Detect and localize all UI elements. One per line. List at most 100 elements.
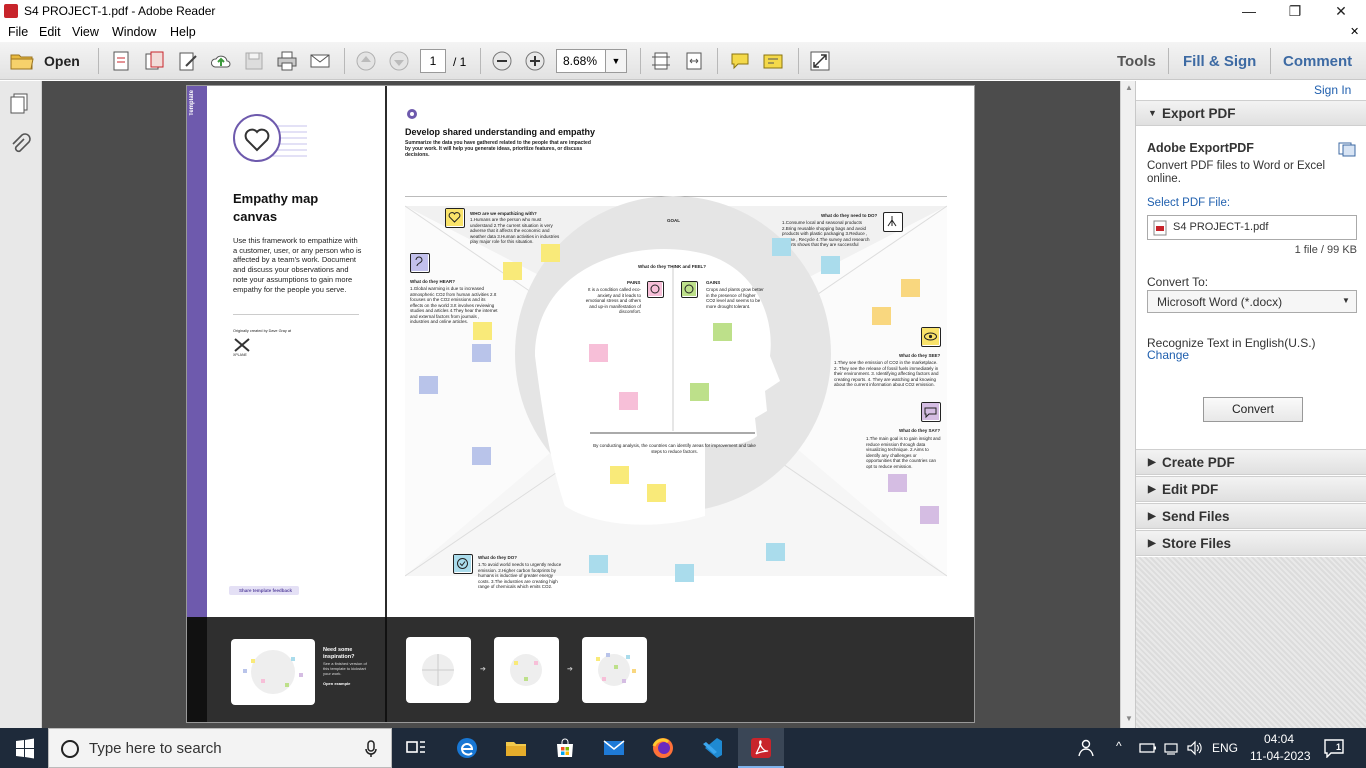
scroll-down-icon[interactable]: ▼	[1125, 714, 1133, 723]
vertical-scrollbar[interactable]: ▲ ▼	[1120, 81, 1135, 728]
send-files-header[interactable]: ▶ Send Files	[1136, 503, 1366, 529]
microphone-icon[interactable]	[364, 740, 378, 758]
fit-width-icon[interactable]	[683, 50, 705, 72]
send-files-label: Send Files	[1162, 509, 1230, 524]
open-example-link[interactable]: Open example	[323, 681, 350, 686]
empathy-map-diagram	[405, 196, 947, 577]
people-icon[interactable]	[1075, 736, 1099, 760]
menu-view[interactable]: View	[72, 25, 99, 39]
menu-edit[interactable]: Edit	[39, 25, 61, 39]
windows-start-icon[interactable]	[13, 736, 37, 760]
upload-cloud-icon[interactable]	[210, 50, 232, 72]
restore-button[interactable]: ❐	[1272, 0, 1318, 22]
clock-time[interactable]: 04:04	[1264, 732, 1294, 746]
menu-window[interactable]: Window	[112, 25, 156, 39]
convert-format-value: Microsoft Word (*.docx)	[1157, 295, 1283, 309]
sticky-note	[589, 555, 608, 573]
task-view-icon[interactable]	[404, 736, 428, 760]
input-language[interactable]: ENG	[1212, 741, 1238, 755]
acrobat-taskbar-button[interactable]	[738, 728, 784, 768]
create-pdf-icon[interactable]	[110, 50, 132, 72]
sticky-note-icon[interactable]	[729, 50, 751, 72]
say-text: 1.The main goal is to gain insight and r…	[866, 436, 941, 469]
zoom-in-icon[interactable]	[524, 50, 546, 72]
page-number-input[interactable]: 1	[420, 49, 446, 73]
email-icon[interactable]	[309, 50, 331, 72]
do-need-text: 1.Consume local and seasonal products 2.…	[782, 220, 870, 247]
microsoft-store-icon[interactable]	[553, 736, 577, 760]
hear-text: 1.Global warming is due to increased atm…	[410, 286, 498, 324]
highlight-text-icon[interactable]	[762, 50, 784, 72]
zoom-dropdown-button[interactable]: ▼	[605, 49, 627, 73]
heart-icon	[233, 114, 307, 162]
combine-files-icon[interactable]	[143, 50, 165, 72]
do-title: What do they DO?	[478, 555, 517, 560]
menu-file[interactable]: File	[8, 25, 28, 39]
chevron-up-icon[interactable]: ^	[1116, 739, 1122, 753]
sign-in-link[interactable]: Sign In	[1314, 83, 1351, 97]
vscode-icon[interactable]	[700, 736, 724, 760]
sticky-note	[888, 474, 907, 492]
sticky-note	[472, 447, 491, 465]
selected-file-field[interactable]: S4 PROJECT-1.pdf	[1147, 215, 1357, 240]
page-thumbnails-icon[interactable]	[8, 91, 32, 115]
fill-sign-tab[interactable]: Fill & Sign	[1183, 53, 1256, 70]
full-screen-icon[interactable]	[809, 50, 831, 72]
share-feedback-button[interactable]: Share template feedback	[229, 586, 299, 595]
service-description: Convert PDF files to Word or Excel onlin…	[1147, 160, 1326, 185]
search-icon	[61, 740, 79, 758]
convert-format-select[interactable]: Microsoft Word (*.docx) ▼	[1147, 290, 1357, 313]
convert-button[interactable]: Convert	[1203, 397, 1303, 422]
print-icon[interactable]	[276, 50, 298, 72]
sticky-note	[713, 323, 732, 341]
sticky-note	[920, 506, 939, 524]
tools-pane: Sign In ▼ Export PDF Adobe ExportPDF Con…	[1135, 81, 1366, 728]
previous-page-icon[interactable]	[355, 50, 377, 72]
open-button[interactable]: Open	[44, 53, 80, 69]
file-info: 1 file / 99 KB	[1294, 244, 1357, 256]
zoom-out-icon[interactable]	[491, 50, 513, 72]
attachments-icon[interactable]	[8, 133, 32, 157]
mail-icon[interactable]	[602, 736, 626, 760]
next-page-icon[interactable]	[388, 50, 410, 72]
zoom-level-input[interactable]: 8.68%	[556, 49, 606, 73]
tools-tab[interactable]: Tools	[1117, 53, 1156, 70]
say-title: What do they SAY?	[899, 428, 941, 433]
scroll-up-icon[interactable]: ▲	[1125, 83, 1133, 92]
file-explorer-icon[interactable]	[504, 736, 528, 760]
export-pdf-header[interactable]: ▼ Export PDF	[1136, 100, 1366, 126]
create-pdf-header[interactable]: ▶ Create PDF	[1136, 449, 1366, 475]
canvas-description: Use this framework to empathize with a c…	[233, 236, 362, 294]
save-icon[interactable]	[243, 50, 265, 72]
store-files-header[interactable]: ▶ Store Files	[1136, 530, 1366, 556]
clock-date[interactable]: 11-04-2023	[1250, 749, 1311, 763]
example-thumbnail[interactable]	[231, 639, 315, 705]
template-band: Template	[187, 86, 207, 617]
see-text: 1.They see the emission of CO2 in the ma…	[834, 360, 939, 387]
network-icon[interactable]	[1163, 740, 1181, 756]
volume-icon[interactable]	[1186, 740, 1204, 756]
notification-icon[interactable]	[1323, 738, 1345, 758]
minimize-button[interactable]: —	[1226, 0, 1272, 22]
close-document-button[interactable]: ✕	[1350, 25, 1359, 38]
toolbar: Open 1 / 1 8.68% ▼ Tools Fill & Sign Com…	[0, 42, 1366, 80]
triangle-right-icon: ▶	[1148, 484, 1156, 495]
open-folder-icon[interactable]	[10, 51, 34, 71]
fit-page-icon[interactable]	[650, 50, 672, 72]
close-button[interactable]: ✕	[1318, 0, 1364, 22]
chevron-down-icon: ▼	[611, 56, 621, 66]
sticky-note	[872, 307, 891, 325]
taskbar-search-box[interactable]: Type here to search	[48, 728, 392, 768]
edit-document-icon[interactable]	[177, 50, 199, 72]
firefox-icon[interactable]	[651, 736, 675, 760]
triangle-right-icon: ▶	[1148, 511, 1156, 522]
change-language-link[interactable]: Change	[1147, 348, 1189, 362]
comment-tab[interactable]: Comment	[1283, 53, 1352, 70]
menu-help[interactable]: Help	[170, 25, 196, 39]
edit-pdf-header[interactable]: ▶ Edit PDF	[1136, 476, 1366, 502]
sticky-note	[472, 344, 491, 362]
battery-icon[interactable]	[1139, 741, 1157, 755]
export-info-icon[interactable]	[1338, 141, 1356, 157]
pains-title: PAINS	[627, 280, 641, 285]
edge-browser-icon[interactable]	[455, 736, 479, 760]
